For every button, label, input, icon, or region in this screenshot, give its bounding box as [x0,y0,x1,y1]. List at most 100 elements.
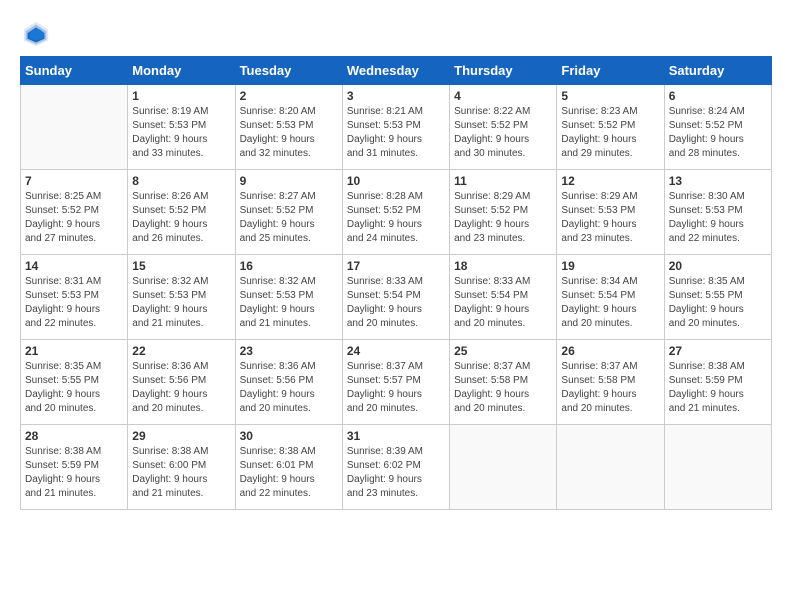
day-info: Sunrise: 8:36 AM Sunset: 5:56 PM Dayligh… [132,360,230,416]
day-number: 21 [25,344,123,358]
calendar-cell: 3Sunrise: 8:21 AM Sunset: 5:53 PM Daylig… [342,85,449,170]
day-info: Sunrise: 8:32 AM Sunset: 5:53 PM Dayligh… [132,275,230,331]
day-number: 17 [347,259,445,273]
day-info: Sunrise: 8:29 AM Sunset: 5:53 PM Dayligh… [561,190,659,246]
day-number: 22 [132,344,230,358]
page-header [20,20,772,48]
calendar-cell [664,425,771,510]
calendar-cell: 25Sunrise: 8:37 AM Sunset: 5:58 PM Dayli… [450,340,557,425]
calendar-cell: 20Sunrise: 8:35 AM Sunset: 5:55 PM Dayli… [664,255,771,340]
header-cell-thursday: Thursday [450,57,557,85]
calendar-cell: 2Sunrise: 8:20 AM Sunset: 5:53 PM Daylig… [235,85,342,170]
calendar-table: SundayMondayTuesdayWednesdayThursdayFrid… [20,56,772,510]
day-info: Sunrise: 8:37 AM Sunset: 5:58 PM Dayligh… [561,360,659,416]
calendar-cell: 10Sunrise: 8:28 AM Sunset: 5:52 PM Dayli… [342,170,449,255]
day-info: Sunrise: 8:29 AM Sunset: 5:52 PM Dayligh… [454,190,552,246]
day-number: 29 [132,429,230,443]
day-number: 8 [132,174,230,188]
calendar-cell: 7Sunrise: 8:25 AM Sunset: 5:52 PM Daylig… [21,170,128,255]
day-number: 25 [454,344,552,358]
day-info: Sunrise: 8:35 AM Sunset: 5:55 PM Dayligh… [25,360,123,416]
day-info: Sunrise: 8:38 AM Sunset: 5:59 PM Dayligh… [25,445,123,501]
day-number: 5 [561,89,659,103]
calendar-week-2: 7Sunrise: 8:25 AM Sunset: 5:52 PM Daylig… [21,170,772,255]
calendar-cell: 31 Sunrise: 8:39 AM Sunset: 6:02 PM Dayli… [342,425,449,510]
calendar-week-1: 1 Sunrise: 8:19 AM Sunset: 5:53 PM Daylig… [21,85,772,170]
calendar-cell: 16 Sunrise: 8:32 AM Sunset: 5:53 PM Dayli… [235,255,342,340]
day-number: 6 [669,89,767,103]
day-number: 15 [132,259,230,273]
logo [20,20,50,48]
calendar-cell: 24Sunrise: 8:37 AM Sunset: 5:57 PM Dayli… [342,340,449,425]
day-info: Sunrise: 8:38 AM Sunset: 5:59 PM Dayligh… [669,360,767,416]
day-info: Sunrise: 8:39 AM Sunset: 6:02 PM Dayligh… [347,445,445,501]
day-number: 27 [669,344,767,358]
day-number: 14 [25,259,123,273]
calendar-cell: 13 Sunrise: 8:30 AM Sunset: 5:53 PM Dayli… [664,170,771,255]
calendar-cell: 6 Sunrise: 8:24 AM Sunset: 5:52 PM Daylig… [664,85,771,170]
day-info: Sunrise: 8:37 AM Sunset: 5:57 PM Dayligh… [347,360,445,416]
calendar-cell: 27 Sunrise: 8:38 AM Sunset: 5:59 PM Dayli… [664,340,771,425]
calendar-cell: 19 Sunrise: 8:34 AM Sunset: 5:54 PM Dayli… [557,255,664,340]
calendar-header: SundayMondayTuesdayWednesdayThursdayFrid… [21,57,772,85]
header-cell-sunday: Sunday [21,57,128,85]
header-cell-tuesday: Tuesday [235,57,342,85]
day-number: 30 [240,429,338,443]
day-number: 3 [347,89,445,103]
calendar-cell [21,85,128,170]
day-number: 9 [240,174,338,188]
day-info: Sunrise: 8:25 AM Sunset: 5:52 PM Dayligh… [25,190,123,246]
calendar-cell: 28 Sunrise: 8:38 AM Sunset: 5:59 PM Dayli… [21,425,128,510]
calendar-cell: 29 Sunrise: 8:38 AM Sunset: 6:00 PM Dayli… [128,425,235,510]
day-number: 18 [454,259,552,273]
day-info: Sunrise: 8:38 AM Sunset: 6:00 PM Dayligh… [132,445,230,501]
day-number: 16 [240,259,338,273]
calendar-cell: 8 Sunrise: 8:26 AM Sunset: 5:52 PM Daylig… [128,170,235,255]
calendar-cell: 15 Sunrise: 8:32 AM Sunset: 5:53 PM Dayli… [128,255,235,340]
day-info: Sunrise: 8:23 AM Sunset: 5:52 PM Dayligh… [561,105,659,161]
day-number: 26 [561,344,659,358]
calendar-cell: 18 Sunrise: 8:33 AM Sunset: 5:54 PM Dayli… [450,255,557,340]
calendar-cell: 22 Sunrise: 8:36 AM Sunset: 5:56 PM Dayli… [128,340,235,425]
calendar-cell: 26 Sunrise: 8:37 AM Sunset: 5:58 PM Dayli… [557,340,664,425]
calendar-cell: 1 Sunrise: 8:19 AM Sunset: 5:53 PM Daylig… [128,85,235,170]
calendar-body: 1 Sunrise: 8:19 AM Sunset: 5:53 PM Daylig… [21,85,772,510]
day-info: Sunrise: 8:22 AM Sunset: 5:52 PM Dayligh… [454,105,552,161]
day-number: 10 [347,174,445,188]
day-info: Sunrise: 8:30 AM Sunset: 5:53 PM Dayligh… [669,190,767,246]
day-info: Sunrise: 8:31 AM Sunset: 5:53 PM Dayligh… [25,275,123,331]
calendar-cell: 21 Sunrise: 8:35 AM Sunset: 5:55 PM Dayli… [21,340,128,425]
calendar-cell: 23 Sunrise: 8:36 AM Sunset: 5:56 PM Dayli… [235,340,342,425]
day-info: Sunrise: 8:34 AM Sunset: 5:54 PM Dayligh… [561,275,659,331]
day-number: 31 [347,429,445,443]
header-cell-wednesday: Wednesday [342,57,449,85]
day-info: Sunrise: 8:19 AM Sunset: 5:53 PM Dayligh… [132,105,230,161]
calendar-cell: 14 Sunrise: 8:31 AM Sunset: 5:53 PM Dayli… [21,255,128,340]
header-cell-friday: Friday [557,57,664,85]
day-number: 1 [132,89,230,103]
calendar-cell: 12 Sunrise: 8:29 AM Sunset: 5:53 PM Dayli… [557,170,664,255]
day-info: Sunrise: 8:20 AM Sunset: 5:53 PM Dayligh… [240,105,338,161]
day-number: 12 [561,174,659,188]
header-row: SundayMondayTuesdayWednesdayThursdayFrid… [21,57,772,85]
day-info: Sunrise: 8:33 AM Sunset: 5:54 PM Dayligh… [454,275,552,331]
day-number: 19 [561,259,659,273]
calendar-week-3: 14 Sunrise: 8:31 AM Sunset: 5:53 PM Dayli… [21,255,772,340]
day-number: 28 [25,429,123,443]
day-info: Sunrise: 8:24 AM Sunset: 5:52 PM Dayligh… [669,105,767,161]
day-number: 23 [240,344,338,358]
day-info: Sunrise: 8:36 AM Sunset: 5:56 PM Dayligh… [240,360,338,416]
calendar-cell: 11 Sunrise: 8:29 AM Sunset: 5:52 PM Dayli… [450,170,557,255]
day-number: 13 [669,174,767,188]
calendar-cell: 30Sunrise: 8:38 AM Sunset: 6:01 PM Dayli… [235,425,342,510]
day-info: Sunrise: 8:35 AM Sunset: 5:55 PM Dayligh… [669,275,767,331]
calendar-cell [557,425,664,510]
header-cell-saturday: Saturday [664,57,771,85]
calendar-cell [450,425,557,510]
day-number: 11 [454,174,552,188]
header-cell-monday: Monday [128,57,235,85]
day-info: Sunrise: 8:32 AM Sunset: 5:53 PM Dayligh… [240,275,338,331]
day-info: Sunrise: 8:26 AM Sunset: 5:52 PM Dayligh… [132,190,230,246]
calendar-week-5: 28 Sunrise: 8:38 AM Sunset: 5:59 PM Dayli… [21,425,772,510]
calendar-cell: 17Sunrise: 8:33 AM Sunset: 5:54 PM Dayli… [342,255,449,340]
